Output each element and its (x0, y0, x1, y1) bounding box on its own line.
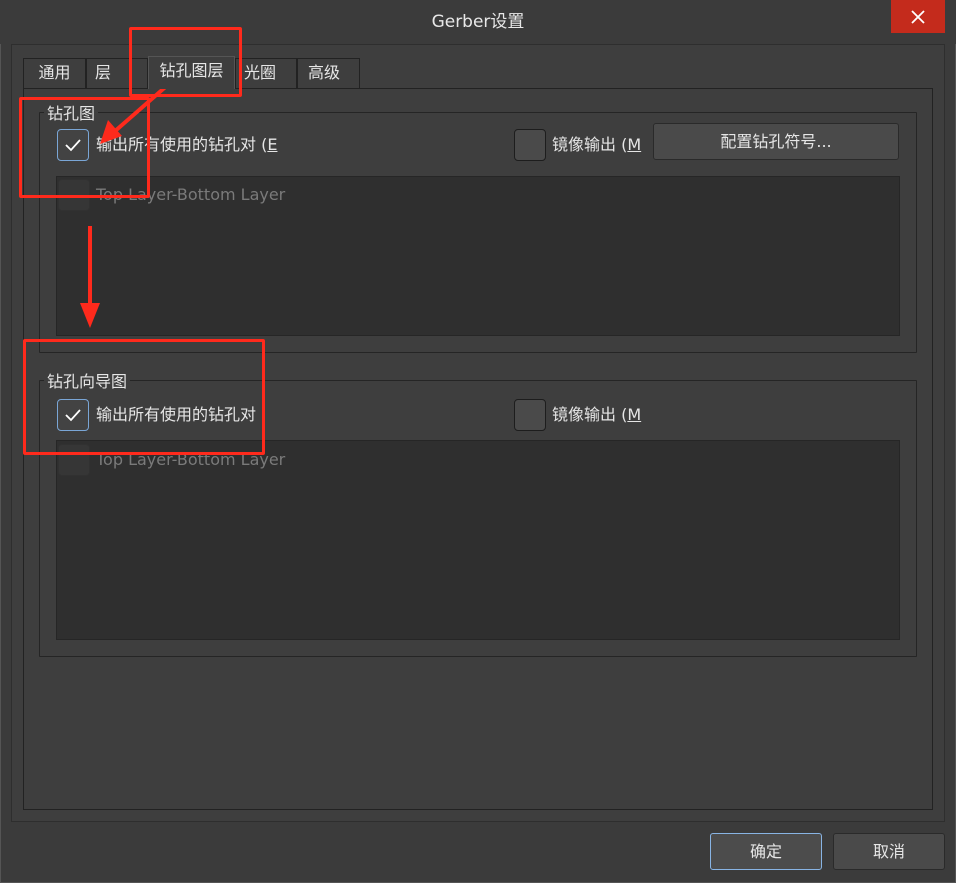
annotation-arrows (80, 74, 180, 328)
annotation-arrowhead-diagonal (100, 120, 122, 144)
annotation-arrowhead-down (80, 303, 100, 328)
tab-drill-drawing[interactable]: 钻孔图层 (148, 56, 235, 89)
